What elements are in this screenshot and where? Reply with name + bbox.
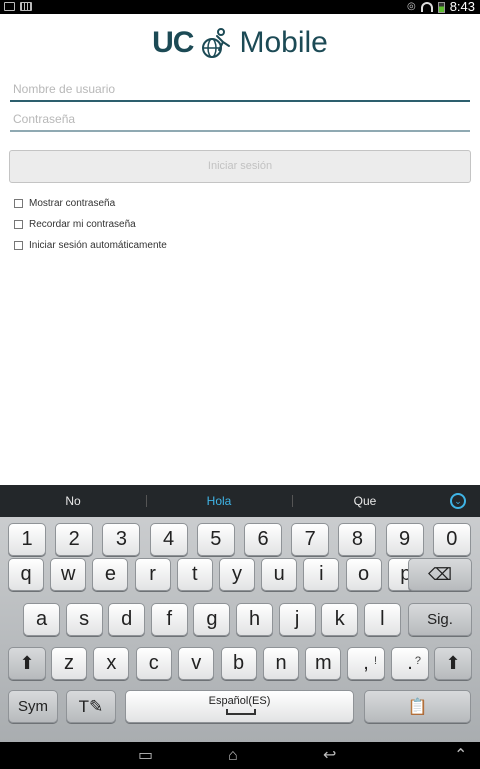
globe-figure-icon (202, 28, 231, 58)
key-u[interactable]: u (261, 558, 298, 591)
auto-login-label: Iniciar sesión automáticamente (29, 239, 167, 251)
key-w[interactable]: w (50, 558, 87, 591)
shift-icon: ⬆ (445, 653, 461, 673)
key-1[interactable]: 1 (8, 523, 46, 556)
key-2[interactable]: 2 (55, 523, 94, 556)
username-input[interactable] (10, 78, 470, 102)
comma-key[interactable]: , ! (347, 647, 385, 680)
key-8[interactable]: 8 (338, 523, 377, 556)
suggestion-2[interactable]: Hola (146, 485, 292, 517)
next-key[interactable]: Sig. (408, 603, 472, 636)
remember-password-checkbox[interactable] (14, 219, 23, 229)
remember-password-label: Recordar mi contraseña (29, 218, 136, 230)
space-key[interactable]: Español(ES) (125, 690, 354, 723)
expand-suggestions-icon[interactable]: ⌄ (450, 493, 466, 509)
shift-icon: ⬆ (19, 653, 35, 673)
show-password-label: Mostrar contraseña (29, 197, 116, 209)
comma-alt-label: ! (373, 655, 377, 667)
backspace-key[interactable]: ⌫ (408, 558, 472, 591)
handwriting-key[interactable]: T✎ (66, 690, 116, 723)
password-input[interactable] (10, 108, 470, 132)
period-key[interactable]: . ? (391, 647, 429, 680)
sym-key[interactable]: Sym (8, 690, 58, 723)
space-bar-icon (226, 709, 256, 715)
language-label: Español(ES) (208, 695, 271, 707)
key-4[interactable]: 4 (149, 523, 188, 556)
key-n[interactable]: n (263, 647, 299, 680)
show-password-option[interactable]: Mostrar contraseña (14, 196, 115, 210)
key-l[interactable]: l (363, 603, 401, 636)
key-e[interactable]: e (92, 558, 129, 591)
eye-icon: ◎ (406, 1, 416, 12)
key-d[interactable]: d (108, 603, 146, 636)
hide-keyboard-icon[interactable]: ⌃ (454, 747, 467, 765)
key-0[interactable]: 0 (432, 523, 471, 556)
key-j[interactable]: j (278, 603, 316, 636)
app-logo: UC Mobile (0, 24, 480, 62)
battery-icon (437, 1, 445, 13)
key-3[interactable]: 3 (102, 523, 141, 556)
key-9[interactable]: 9 (385, 523, 424, 556)
key-q[interactable]: q (8, 558, 44, 591)
key-h[interactable]: h (236, 603, 273, 636)
key-f[interactable]: f (150, 603, 188, 636)
key-m[interactable]: m (305, 647, 342, 680)
key-g[interactable]: g (193, 603, 231, 636)
key-o[interactable]: o (345, 558, 382, 591)
logo-uc-text: UC (152, 26, 194, 59)
suggestion-3[interactable]: Que (292, 485, 438, 517)
back-icon[interactable]: ↩ (323, 747, 336, 765)
login-button[interactable]: Iniciar sesión (9, 150, 471, 183)
period-alt-label: ? (414, 655, 421, 667)
key-k[interactable]: k (321, 603, 359, 636)
comma-label: , (363, 652, 369, 674)
show-password-checkbox[interactable] (14, 198, 23, 208)
wifi-icon (420, 2, 433, 12)
key-r[interactable]: r (134, 558, 171, 591)
suggestion-1[interactable]: No (0, 485, 146, 517)
key-c[interactable]: c (135, 647, 172, 680)
key-t[interactable]: t (176, 558, 213, 591)
handwriting-pen-icon: T✎ (78, 697, 104, 716)
key-y[interactable]: y (219, 558, 255, 591)
key-i[interactable]: i (303, 558, 340, 591)
clipboard-icon: 📋 (407, 699, 428, 716)
key-a[interactable]: a (23, 603, 60, 636)
period-label: . (407, 652, 413, 674)
home-icon[interactable]: ⌂ (228, 747, 238, 765)
remember-password-option[interactable]: Recordar mi contraseña (14, 217, 136, 231)
recent-apps-icon[interactable]: ▭ (138, 747, 153, 765)
key-z[interactable]: z (51, 647, 87, 680)
on-screen-keyboard: No Hola Que ⌄ 1234567890qwertyuiopasdfgh… (0, 485, 480, 742)
image-icon (4, 2, 15, 11)
key-v[interactable]: v (178, 647, 215, 680)
navigation-bar: ▭ ⌂ ↩ ⌃ (0, 742, 480, 769)
clock: 8:43 (449, 0, 475, 14)
key-b[interactable]: b (220, 647, 257, 680)
key-s[interactable]: s (65, 603, 103, 636)
logo-mobile-text: Mobile (239, 26, 328, 59)
status-bar: ◎ 8:43 (0, 0, 480, 14)
key-6[interactable]: 6 (244, 523, 282, 556)
backspace-icon: ⌫ (427, 565, 453, 584)
shift-key-left[interactable]: ⬆ (8, 647, 46, 680)
clipboard-key[interactable]: 📋 (364, 690, 471, 723)
keyboard-icon (20, 2, 32, 11)
suggestion-strip: No Hola Que ⌄ (0, 485, 480, 517)
key-7[interactable]: 7 (291, 523, 330, 556)
auto-login-checkbox[interactable] (14, 240, 23, 250)
shift-key-right[interactable]: ⬆ (434, 647, 472, 680)
key-x[interactable]: x (93, 647, 130, 680)
auto-login-option[interactable]: Iniciar sesión automáticamente (14, 238, 167, 252)
key-5[interactable]: 5 (196, 523, 235, 556)
